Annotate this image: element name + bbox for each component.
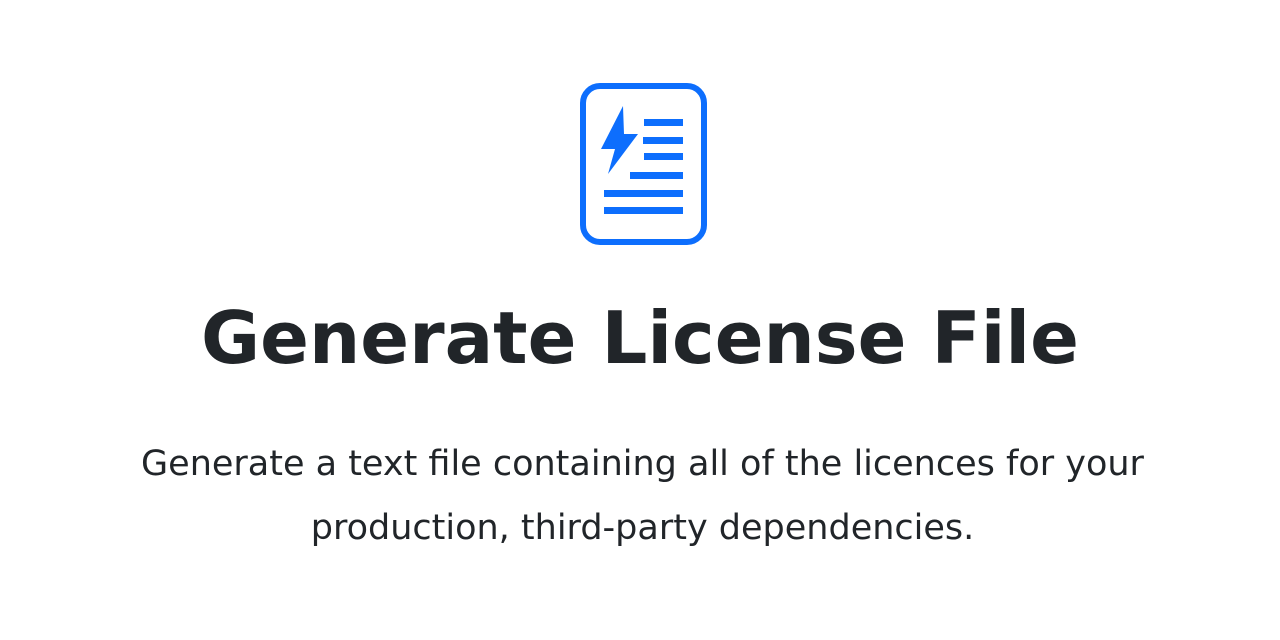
page-title: Generate License File — [201, 296, 1079, 380]
license-file-bolt-icon — [580, 83, 707, 245]
page-description: Generate a text file containing all of t… — [141, 444, 1144, 548]
hero-section: Generate License File Generate a text fi… — [0, 0, 1280, 640]
